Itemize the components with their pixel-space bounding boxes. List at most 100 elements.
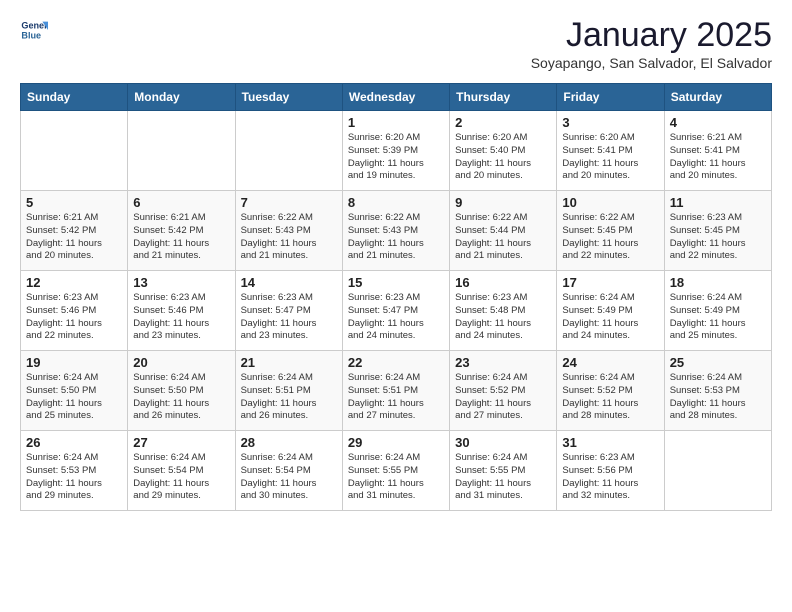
day-info: Sunrise: 6:20 AMSunset: 5:41 PMDaylight:…	[562, 132, 658, 183]
day-info: Sunrise: 6:24 AMSunset: 5:53 PMDaylight:…	[26, 452, 122, 503]
day-info: Sunrise: 6:21 AMSunset: 5:42 PMDaylight:…	[26, 212, 122, 263]
week-row-2: 5 Sunrise: 6:21 AMSunset: 5:42 PMDaylight…	[21, 191, 772, 271]
week-row-3: 12 Sunrise: 6:23 AMSunset: 5:46 PMDayligh…	[21, 271, 772, 351]
calendar-cell: 22Sunrise: 6:24 AMSunset: 5:51 PMDayligh…	[342, 351, 449, 431]
day-number: 15	[348, 275, 444, 290]
day-number: 27	[133, 435, 229, 450]
day-number: 12	[26, 275, 122, 290]
calendar-cell: 6Sunrise: 6:21 AMSunset: 5:42 PMDaylight…	[128, 191, 235, 271]
header-monday: Monday	[128, 84, 235, 111]
day-info: Sunrise: 6:24 AMSunset: 5:51 PMDaylight:…	[241, 372, 337, 423]
day-number: 4	[670, 115, 766, 130]
day-number: 24	[562, 355, 658, 370]
calendar-cell: 19 Sunrise: 6:24 AMSunset: 5:50 PMDayligh…	[21, 351, 128, 431]
calendar-cell: 31Sunrise: 6:23 AMSunset: 5:56 PMDayligh…	[557, 431, 664, 511]
calendar-cell: 20 Sunrise: 6:24 AMSunset: 5:50 PMDayligh…	[128, 351, 235, 431]
day-info: Sunrise: 6:23 AMSunset: 5:46 PMDaylight:…	[26, 292, 122, 343]
day-info: Sunrise: 6:24 AMSunset: 5:49 PMDaylight:…	[670, 292, 766, 343]
calendar-cell: 9 Sunrise: 6:22 AMSunset: 5:44 PMDaylight…	[450, 191, 557, 271]
location-title: Soyapango, San Salvador, El Salvador	[531, 55, 772, 71]
day-number: 16	[455, 275, 551, 290]
calendar-cell: 7Sunrise: 6:22 AMSunset: 5:43 PMDaylight…	[235, 191, 342, 271]
day-number: 8	[348, 195, 444, 210]
day-number: 13	[133, 275, 229, 290]
day-number: 20	[133, 355, 229, 370]
day-info: Sunrise: 6:21 AMSunset: 5:41 PMDaylight:…	[670, 132, 766, 183]
calendar-cell: 23 Sunrise: 6:24 AMSunset: 5:52 PMDayligh…	[450, 351, 557, 431]
day-number: 23	[455, 355, 551, 370]
day-info: Sunrise: 6:24 AMSunset: 5:52 PMDaylight:…	[455, 372, 551, 423]
logo: General Blue	[20, 16, 48, 44]
logo-icon: General Blue	[20, 16, 48, 44]
day-number: 14	[241, 275, 337, 290]
calendar-cell	[21, 111, 128, 191]
day-info: Sunrise: 6:24 AMSunset: 5:55 PMDaylight:…	[348, 452, 444, 503]
calendar-cell: 29 Sunrise: 6:24 AMSunset: 5:55 PMDayligh…	[342, 431, 449, 511]
calendar-cell	[235, 111, 342, 191]
header-thursday: Thursday	[450, 84, 557, 111]
day-number: 25	[670, 355, 766, 370]
day-info: Sunrise: 6:22 AMSunset: 5:43 PMDaylight:…	[241, 212, 337, 263]
day-number: 31	[562, 435, 658, 450]
calendar-cell: 28Sunrise: 6:24 AMSunset: 5:54 PMDayligh…	[235, 431, 342, 511]
calendar-cell: 5 Sunrise: 6:21 AMSunset: 5:42 PMDaylight…	[21, 191, 128, 271]
day-number: 26	[26, 435, 122, 450]
day-info: Sunrise: 6:24 AMSunset: 5:50 PMDaylight:…	[133, 372, 229, 423]
day-info: Sunrise: 6:23 AMSunset: 5:48 PMDaylight:…	[455, 292, 551, 343]
calendar-cell: 11 Sunrise: 6:23 AMSunset: 5:45 PMDayligh…	[664, 191, 771, 271]
day-number: 2	[455, 115, 551, 130]
day-info: Sunrise: 6:24 AMSunset: 5:53 PMDaylight:…	[670, 372, 766, 423]
calendar-cell: 27 Sunrise: 6:24 AMSunset: 5:54 PMDayligh…	[128, 431, 235, 511]
calendar-cell	[128, 111, 235, 191]
day-info: Sunrise: 6:23 AMSunset: 5:47 PMDaylight:…	[241, 292, 337, 343]
day-number: 9	[455, 195, 551, 210]
title-block: January 2025 Soyapango, San Salvador, El…	[531, 16, 772, 71]
day-info: Sunrise: 6:24 AMSunset: 5:49 PMDaylight:…	[562, 292, 658, 343]
week-row-1: 1Sunrise: 6:20 AMSunset: 5:39 PMDaylight…	[21, 111, 772, 191]
calendar-cell: 8 Sunrise: 6:22 AMSunset: 5:43 PMDaylight…	[342, 191, 449, 271]
day-number: 11	[670, 195, 766, 210]
calendar-cell: 15Sunrise: 6:23 AMSunset: 5:47 PMDayligh…	[342, 271, 449, 351]
calendar-cell: 3 Sunrise: 6:20 AMSunset: 5:41 PMDaylight…	[557, 111, 664, 191]
day-number: 10	[562, 195, 658, 210]
calendar-cell: 24 Sunrise: 6:24 AMSunset: 5:52 PMDayligh…	[557, 351, 664, 431]
calendar-cell: 12 Sunrise: 6:23 AMSunset: 5:46 PMDayligh…	[21, 271, 128, 351]
day-info: Sunrise: 6:24 AMSunset: 5:54 PMDaylight:…	[133, 452, 229, 503]
day-number: 21	[241, 355, 337, 370]
day-info: Sunrise: 6:23 AMSunset: 5:45 PMDaylight:…	[670, 212, 766, 263]
calendar-cell: 2 Sunrise: 6:20 AMSunset: 5:40 PMDaylight…	[450, 111, 557, 191]
calendar-table: Sunday Monday Tuesday Wednesday Thursday…	[20, 83, 772, 511]
day-number: 3	[562, 115, 658, 130]
header-sunday: Sunday	[21, 84, 128, 111]
calendar-cell: 17 Sunrise: 6:24 AMSunset: 5:49 PMDayligh…	[557, 271, 664, 351]
day-info: Sunrise: 6:23 AMSunset: 5:46 PMDaylight:…	[133, 292, 229, 343]
day-info: Sunrise: 6:22 AMSunset: 5:43 PMDaylight:…	[348, 212, 444, 263]
week-row-4: 19 Sunrise: 6:24 AMSunset: 5:50 PMDayligh…	[21, 351, 772, 431]
day-number: 6	[133, 195, 229, 210]
day-info: Sunrise: 6:22 AMSunset: 5:44 PMDaylight:…	[455, 212, 551, 263]
calendar-cell: 26 Sunrise: 6:24 AMSunset: 5:53 PMDayligh…	[21, 431, 128, 511]
calendar-cell: 10 Sunrise: 6:22 AMSunset: 5:45 PMDayligh…	[557, 191, 664, 271]
day-number: 19	[26, 355, 122, 370]
days-header-row: Sunday Monday Tuesday Wednesday Thursday…	[21, 84, 772, 111]
day-info: Sunrise: 6:24 AMSunset: 5:50 PMDaylight:…	[26, 372, 122, 423]
day-number: 17	[562, 275, 658, 290]
day-info: Sunrise: 6:24 AMSunset: 5:54 PMDaylight:…	[241, 452, 337, 503]
header-friday: Friday	[557, 84, 664, 111]
header-tuesday: Tuesday	[235, 84, 342, 111]
month-title: January 2025	[531, 16, 772, 55]
day-number: 29	[348, 435, 444, 450]
week-row-5: 26 Sunrise: 6:24 AMSunset: 5:53 PMDayligh…	[21, 431, 772, 511]
calendar-cell: 25 Sunrise: 6:24 AMSunset: 5:53 PMDayligh…	[664, 351, 771, 431]
calendar-cell: 14 Sunrise: 6:23 AMSunset: 5:47 PMDayligh…	[235, 271, 342, 351]
day-info: Sunrise: 6:24 AMSunset: 5:51 PMDaylight:…	[348, 372, 444, 423]
day-info: Sunrise: 6:20 AMSunset: 5:39 PMDaylight:…	[348, 132, 444, 183]
day-number: 30	[455, 435, 551, 450]
header-saturday: Saturday	[664, 84, 771, 111]
svg-text:Blue: Blue	[21, 30, 41, 40]
calendar-cell: 30Sunrise: 6:24 AMSunset: 5:55 PMDayligh…	[450, 431, 557, 511]
day-info: Sunrise: 6:20 AMSunset: 5:40 PMDaylight:…	[455, 132, 551, 183]
day-info: Sunrise: 6:24 AMSunset: 5:52 PMDaylight:…	[562, 372, 658, 423]
day-number: 5	[26, 195, 122, 210]
day-info: Sunrise: 6:22 AMSunset: 5:45 PMDaylight:…	[562, 212, 658, 263]
